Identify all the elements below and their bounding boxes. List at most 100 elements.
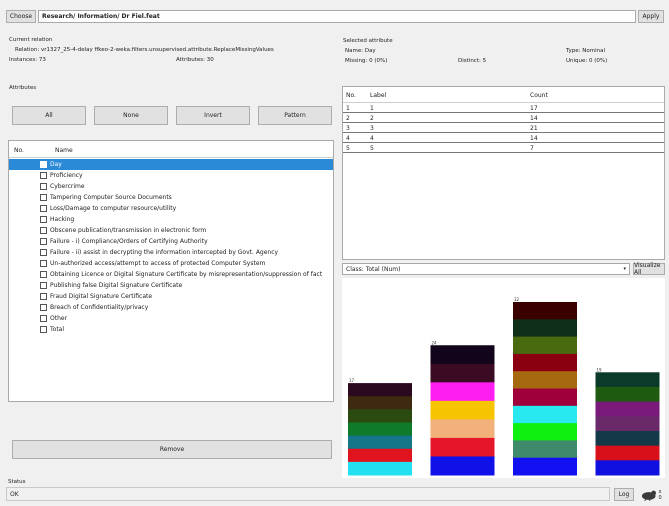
- filter-path-field[interactable]: Research/ Information/ Dr Fiel.feat: [38, 10, 636, 23]
- attribute-checkbox[interactable]: [40, 315, 47, 322]
- column-count-header[interactable]: Count: [530, 92, 548, 99]
- bar-segment: [513, 423, 577, 441]
- attribute-checkbox[interactable]: [40, 205, 47, 212]
- attribute-checkbox[interactable]: [40, 326, 47, 333]
- bar-value-label: 24: [432, 340, 438, 345]
- attribute-checkbox[interactable]: [40, 227, 47, 234]
- bar-segment: [348, 422, 412, 437]
- bar-segment: [595, 372, 660, 388]
- status-text: OK: [10, 490, 19, 498]
- histogram: 17 24 32 19: [342, 278, 665, 478]
- attribute-row[interactable]: Breach of Confidentiality/privacy: [9, 302, 333, 313]
- bar-segment: [595, 386, 660, 403]
- status-message: OK: [6, 487, 610, 501]
- cell-count: 17: [530, 105, 538, 112]
- remove-button[interactable]: Remove: [12, 440, 332, 459]
- attribute-list[interactable]: No. Name Day Proficiency Cybercrime Tamperi…: [8, 140, 334, 402]
- attribute-row[interactable]: Total: [9, 324, 333, 335]
- chevron-down-icon: ▾: [623, 266, 626, 272]
- bar-segment: [513, 457, 577, 476]
- attribute-row[interactable]: Tampering Computer Source Documents: [9, 192, 333, 203]
- table-row[interactable]: 2 2 14: [343, 114, 664, 123]
- column-no-header[interactable]: No.: [346, 92, 356, 99]
- table-row[interactable]: 4 4 14: [343, 134, 664, 143]
- bar-value-label: 32: [514, 297, 520, 302]
- attribute-row[interactable]: Fraud Digital Signature Certificate: [9, 291, 333, 302]
- attribute-row[interactable]: Publishing false Digital Signature Certi…: [9, 280, 333, 291]
- invert-selection-button[interactable]: Invert: [176, 106, 250, 125]
- visualize-all-button[interactable]: Visualize All: [633, 262, 665, 276]
- bar-segment: [430, 456, 495, 476]
- attribute-checkbox[interactable]: [40, 194, 47, 201]
- column-no-header[interactable]: No.: [14, 147, 24, 154]
- attribute-checkbox[interactable]: [40, 271, 47, 278]
- bar-segment: [513, 371, 577, 389]
- table-row[interactable]: 1 1 17: [343, 104, 664, 113]
- cell-label: 1: [370, 105, 374, 112]
- weka-status-icon[interactable]: x 0: [640, 487, 666, 502]
- select-all-button[interactable]: All: [12, 106, 86, 125]
- attribute-name: Hacking: [50, 216, 75, 223]
- attribute-checkbox[interactable]: [40, 238, 47, 245]
- attribute-checkbox[interactable]: [40, 282, 47, 289]
- table-row[interactable]: 3 3 21: [343, 124, 664, 133]
- choose-button[interactable]: Choose: [6, 10, 36, 23]
- attribute-name: Obtaining Licence or Digital Signature C…: [50, 271, 323, 278]
- attribute-distinct: Distinct: 5: [458, 58, 487, 64]
- attribute-checkbox[interactable]: [40, 216, 47, 223]
- attribute-row[interactable]: Hacking: [9, 214, 333, 225]
- attribute-row[interactable]: Day: [9, 159, 333, 170]
- column-name-header[interactable]: Name: [55, 147, 73, 154]
- attribute-checkbox[interactable]: [40, 249, 47, 256]
- attribute-name: Other: [50, 315, 68, 322]
- histogram-chart: 17 24 32 19: [348, 297, 660, 476]
- attribute-checkbox[interactable]: [40, 304, 47, 311]
- log-button[interactable]: Log: [614, 488, 634, 501]
- attribute-name: Fraud Digital Signature Certificate: [50, 293, 153, 300]
- label-count-table[interactable]: No. Label Count 1 1 17 2 2 14 3 3 21 4 4 14 5 5 7: [342, 86, 665, 260]
- attribute-checkbox[interactable]: [40, 260, 47, 267]
- filter-path-text: Research/ Information/ Dr Fiel.feat: [42, 13, 160, 20]
- class-select-value: Class: Total (Num): [346, 265, 401, 273]
- attribute-row[interactable]: Un-authorized access/attempt to access o…: [9, 258, 333, 269]
- pattern-button[interactable]: Pattern: [258, 106, 332, 125]
- histogram-bar: 32: [513, 297, 577, 476]
- attribute-name: Cybercrime: [50, 183, 85, 190]
- class-select[interactable]: Class: Total (Num) ▾: [342, 263, 630, 275]
- histogram-bar: 24: [430, 340, 495, 476]
- attribute-row[interactable]: Cybercrime: [9, 181, 333, 192]
- apply-button[interactable]: Apply: [638, 10, 664, 23]
- attribute-checkbox[interactable]: [40, 161, 47, 168]
- relation-name: Relation: vr1327_25-4-delay ffkeo-2-weka…: [15, 47, 274, 53]
- attribute-row[interactable]: Failure - ii) assist in decrypting the i…: [9, 247, 333, 258]
- attribute-row[interactable]: Failure - i) Compliance/Orders of Certif…: [9, 236, 333, 247]
- attribute-row[interactable]: Obtaining Licence or Digital Signature C…: [9, 269, 333, 280]
- attribute-name: Proficiency: [50, 172, 83, 179]
- bar-segment: [595, 416, 660, 432]
- cell-count: 7: [530, 145, 534, 152]
- attribute-row[interactable]: Loss/Damage to computer resource/utility: [9, 203, 333, 214]
- cell-no: 3: [346, 125, 350, 132]
- status-title: Status: [8, 479, 26, 485]
- attribute-checkbox[interactable]: [40, 172, 47, 179]
- attribute-row[interactable]: Obscene publication/transmission in elec…: [9, 225, 333, 236]
- cell-label: 3: [370, 125, 374, 132]
- attribute-name: Total: [50, 326, 65, 333]
- bar-segment: [430, 419, 495, 439]
- attributes-title: Attributes: [9, 85, 37, 91]
- bar-segment: [430, 437, 495, 457]
- attribute-row[interactable]: Proficiency: [9, 170, 333, 181]
- table-row[interactable]: 5 5 7: [343, 144, 664, 153]
- select-none-button[interactable]: None: [94, 106, 168, 125]
- attribute-row[interactable]: Other: [9, 313, 333, 324]
- attribute-checkbox[interactable]: [40, 183, 47, 190]
- attribute-name: Failure - i) Compliance/Orders of Certif…: [50, 238, 208, 245]
- attribute-checkbox[interactable]: [40, 293, 47, 300]
- attribute-name: Publishing false Digital Signature Certi…: [50, 282, 183, 289]
- histogram-bar: 19: [595, 367, 660, 476]
- bar-segment: [595, 401, 660, 417]
- cell-label: 2: [370, 115, 374, 122]
- column-label-header[interactable]: Label: [370, 92, 386, 99]
- histogram-bar: 17: [348, 378, 412, 476]
- bar-segment: [513, 405, 577, 424]
